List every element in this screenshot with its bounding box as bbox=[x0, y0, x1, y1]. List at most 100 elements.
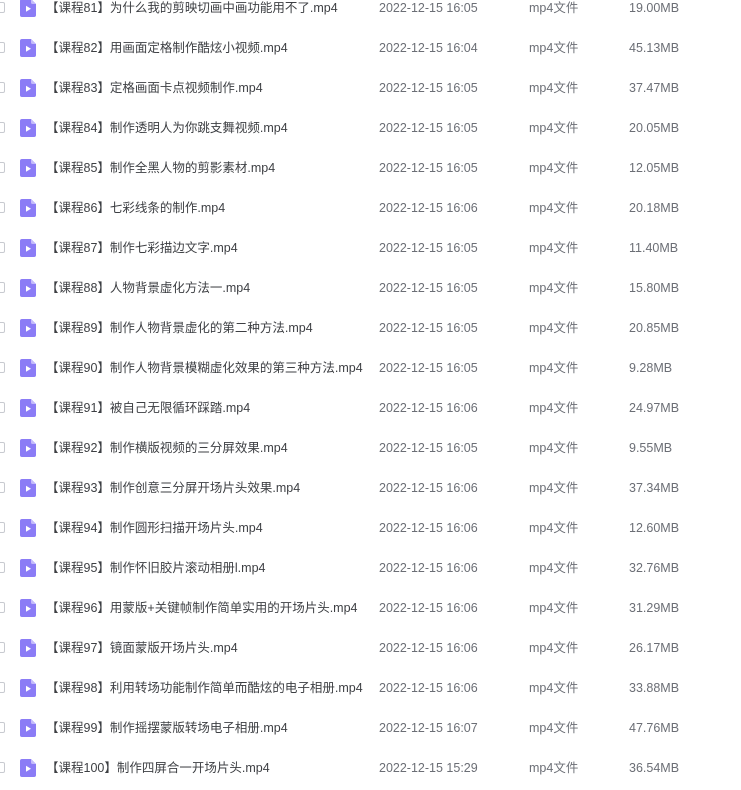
row-checkbox[interactable] bbox=[0, 522, 5, 533]
video-file-icon bbox=[20, 599, 36, 617]
row-checkbox[interactable] bbox=[0, 722, 5, 733]
row-checkbox[interactable] bbox=[0, 202, 5, 213]
file-modified-date: 2022-12-15 16:06 bbox=[379, 681, 478, 695]
file-modified-date: 2022-12-15 16:05 bbox=[379, 81, 478, 95]
file-name[interactable]: 【课程82】用画面定格制作酷炫小视频.mp4 bbox=[46, 40, 288, 56]
video-file-icon bbox=[20, 159, 36, 177]
row-checkbox[interactable] bbox=[0, 642, 5, 653]
file-modified-date: 2022-12-15 16:06 bbox=[379, 561, 478, 575]
file-row[interactable]: 【课程98】利用转场功能制作简单而酷炫的电子相册.mp4 2022-12-15 … bbox=[0, 668, 741, 708]
file-type: mp4文件 bbox=[529, 1, 579, 15]
video-file-icon bbox=[20, 639, 36, 657]
row-checkbox[interactable] bbox=[0, 2, 5, 13]
file-row[interactable]: 【课程90】制作人物背景模糊虚化效果的第三种方法.mp4 2022-12-15 … bbox=[0, 348, 741, 388]
file-row[interactable]: 【课程81】为什么我的剪映切画中画功能用不了.mp4 2022-12-15 16… bbox=[0, 0, 741, 28]
file-size: 20.05MB bbox=[629, 121, 680, 135]
file-name[interactable]: 【课程91】被自己无限循环踩踏.mp4 bbox=[46, 400, 250, 416]
file-type: mp4文件 bbox=[529, 361, 579, 375]
file-type: mp4文件 bbox=[529, 761, 579, 775]
video-file-icon bbox=[20, 119, 36, 137]
file-name[interactable]: 【课程99】制作摇摆蒙版转场电子相册.mp4 bbox=[46, 720, 288, 736]
file-modified-date: 2022-12-15 16:06 bbox=[379, 481, 478, 495]
file-size: 37.47MB bbox=[629, 81, 680, 95]
file-type: mp4文件 bbox=[529, 721, 579, 735]
file-name[interactable]: 【课程81】为什么我的剪映切画中画功能用不了.mp4 bbox=[46, 0, 338, 16]
file-name[interactable]: 【课程83】定格画面卡点视频制作.mp4 bbox=[46, 80, 263, 96]
file-row[interactable]: 【课程84】制作透明人为你跳支舞视频.mp4 2022-12-15 16:05 … bbox=[0, 108, 741, 148]
file-modified-date: 2022-12-15 16:05 bbox=[379, 241, 478, 255]
row-checkbox[interactable] bbox=[0, 442, 5, 453]
file-row[interactable]: 【课程89】制作人物背景虚化的第二种方法.mp4 2022-12-15 16:0… bbox=[0, 308, 741, 348]
file-row[interactable]: 【课程96】用蒙版+关键帧制作简单实用的开场片头.mp4 2022-12-15 … bbox=[0, 588, 741, 628]
file-row[interactable]: 【课程95】制作怀旧胶片滚动相册l.mp4 2022-12-15 16:06 m… bbox=[0, 548, 741, 588]
file-row[interactable]: 【课程87】制作七彩描边文字.mp4 2022-12-15 16:05 mp4文… bbox=[0, 228, 741, 268]
file-name[interactable]: 【课程86】七彩线条的制作.mp4 bbox=[46, 200, 225, 216]
file-row[interactable]: 【课程85】制作全黑人物的剪影素材.mp4 2022-12-15 16:05 m… bbox=[0, 148, 741, 188]
file-row[interactable]: 【课程83】定格画面卡点视频制作.mp4 2022-12-15 16:05 mp… bbox=[0, 68, 741, 108]
row-checkbox[interactable] bbox=[0, 602, 5, 613]
file-size: 15.80MB bbox=[629, 281, 680, 295]
file-size: 45.13MB bbox=[629, 41, 680, 55]
file-row[interactable]: 【课程82】用画面定格制作酷炫小视频.mp4 2022-12-15 16:04 … bbox=[0, 28, 741, 68]
video-file-icon bbox=[20, 279, 36, 297]
file-name[interactable]: 【课程94】制作圆形扫描开场片头.mp4 bbox=[46, 520, 263, 536]
file-type: mp4文件 bbox=[529, 121, 579, 135]
file-row[interactable]: 【课程92】制作横版视频的三分屏效果.mp4 2022-12-15 16:05 … bbox=[0, 428, 741, 468]
file-name[interactable]: 【课程96】用蒙版+关键帧制作简单实用的开场片头.mp4 bbox=[46, 600, 358, 616]
row-checkbox[interactable] bbox=[0, 322, 5, 333]
file-size: 37.34MB bbox=[629, 481, 680, 495]
row-checkbox[interactable] bbox=[0, 162, 5, 173]
file-size: 11.40MB bbox=[629, 241, 679, 255]
row-checkbox[interactable] bbox=[0, 42, 5, 53]
row-checkbox[interactable] bbox=[0, 122, 5, 133]
row-checkbox[interactable] bbox=[0, 402, 5, 413]
file-name[interactable]: 【课程98】利用转场功能制作简单而酷炫的电子相册.mp4 bbox=[46, 680, 363, 696]
file-row[interactable]: 【课程93】制作创意三分屏开场片头效果.mp4 2022-12-15 16:06… bbox=[0, 468, 741, 508]
file-name[interactable]: 【课程87】制作七彩描边文字.mp4 bbox=[46, 240, 238, 256]
file-name[interactable]: 【课程95】制作怀旧胶片滚动相册l.mp4 bbox=[46, 560, 265, 576]
file-size: 24.97MB bbox=[629, 401, 680, 415]
file-row[interactable]: 【课程86】七彩线条的制作.mp4 2022-12-15 16:06 mp4文件… bbox=[0, 188, 741, 228]
file-name[interactable]: 【课程97】镜面蒙版开场片头.mp4 bbox=[46, 640, 238, 656]
file-type: mp4文件 bbox=[529, 321, 579, 335]
video-file-icon bbox=[20, 359, 36, 377]
file-modified-date: 2022-12-15 16:05 bbox=[379, 121, 478, 135]
row-checkbox[interactable] bbox=[0, 482, 5, 493]
file-name[interactable]: 【课程93】制作创意三分屏开场片头效果.mp4 bbox=[46, 480, 300, 496]
file-modified-date: 2022-12-15 16:05 bbox=[379, 1, 478, 15]
row-checkbox[interactable] bbox=[0, 762, 5, 773]
file-name[interactable]: 【课程84】制作透明人为你跳支舞视频.mp4 bbox=[46, 120, 288, 136]
file-name[interactable]: 【课程89】制作人物背景虚化的第二种方法.mp4 bbox=[46, 320, 313, 336]
video-file-icon bbox=[20, 39, 36, 57]
file-modified-date: 2022-12-15 16:05 bbox=[379, 281, 478, 295]
file-modified-date: 2022-12-15 16:06 bbox=[379, 401, 478, 415]
video-file-icon bbox=[20, 479, 36, 497]
file-size: 47.76MB bbox=[629, 721, 680, 735]
file-modified-date: 2022-12-15 15:29 bbox=[379, 761, 478, 775]
video-file-icon bbox=[20, 0, 36, 17]
file-name[interactable]: 【课程88】人物背景虚化方法一.mp4 bbox=[46, 280, 250, 296]
row-checkbox[interactable] bbox=[0, 282, 5, 293]
video-file-icon bbox=[20, 519, 36, 537]
file-name[interactable]: 【课程100】制作四屏合一开场片头.mp4 bbox=[46, 760, 270, 776]
row-checkbox[interactable] bbox=[0, 242, 5, 253]
file-row[interactable]: 【课程94】制作圆形扫描开场片头.mp4 2022-12-15 16:06 mp… bbox=[0, 508, 741, 548]
row-checkbox[interactable] bbox=[0, 562, 5, 573]
file-row[interactable]: 【课程97】镜面蒙版开场片头.mp4 2022-12-15 16:06 mp4文… bbox=[0, 628, 741, 668]
row-checkbox[interactable] bbox=[0, 362, 5, 373]
file-size: 32.76MB bbox=[629, 561, 680, 575]
file-row[interactable]: 【课程88】人物背景虚化方法一.mp4 2022-12-15 16:05 mp4… bbox=[0, 268, 741, 308]
row-checkbox[interactable] bbox=[0, 682, 5, 693]
file-name[interactable]: 【课程92】制作横版视频的三分屏效果.mp4 bbox=[46, 440, 288, 456]
file-size: 12.05MB bbox=[629, 161, 680, 175]
file-row[interactable]: 【课程99】制作摇摆蒙版转场电子相册.mp4 2022-12-15 16:07 … bbox=[0, 708, 741, 748]
file-list: 【课程81】为什么我的剪映切画中画功能用不了.mp4 2022-12-15 16… bbox=[0, 0, 741, 788]
file-modified-date: 2022-12-15 16:04 bbox=[379, 41, 478, 55]
file-name[interactable]: 【课程85】制作全黑人物的剪影素材.mp4 bbox=[46, 160, 275, 176]
file-row[interactable]: 【课程100】制作四屏合一开场片头.mp4 2022-12-15 15:29 m… bbox=[0, 748, 741, 788]
file-row[interactable]: 【课程91】被自己无限循环踩踏.mp4 2022-12-15 16:06 mp4… bbox=[0, 388, 741, 428]
row-checkbox[interactable] bbox=[0, 82, 5, 93]
video-file-icon bbox=[20, 439, 36, 457]
file-name[interactable]: 【课程90】制作人物背景模糊虚化效果的第三种方法.mp4 bbox=[46, 360, 363, 376]
video-file-icon bbox=[20, 559, 36, 577]
